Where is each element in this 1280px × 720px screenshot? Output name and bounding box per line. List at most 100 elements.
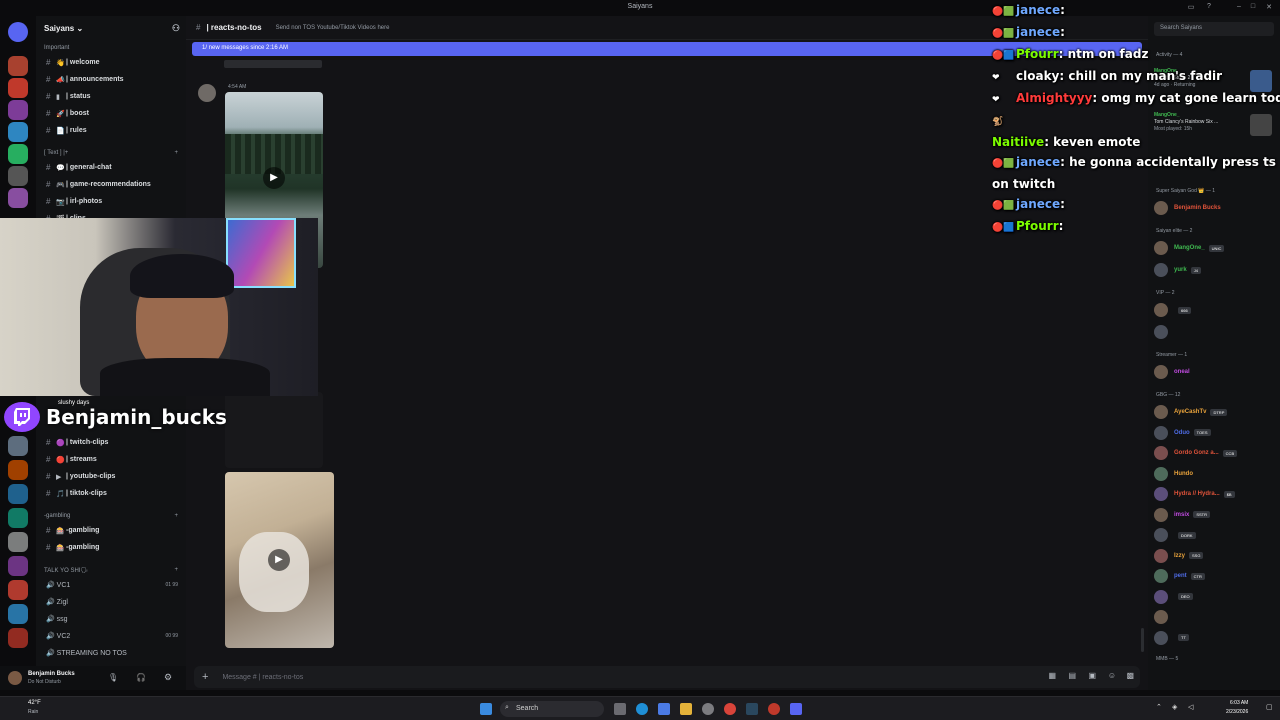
sticker-icon[interactable]: ▣ — [1088, 671, 1096, 680]
member-item[interactable]: Gordo Gonz a... CCB — [1154, 443, 1278, 463]
emoji-icon[interactable]: ☺ — [1108, 671, 1116, 680]
video-attachment[interactable] — [225, 392, 323, 468]
member-section-header: VIP — 2 — [1156, 290, 1175, 296]
member-item[interactable]: 666 — [1154, 300, 1278, 320]
server-icon[interactable] — [8, 78, 28, 98]
channel-item[interactable]: # 🎰 -gambling — [36, 522, 186, 539]
server-icon[interactable] — [8, 556, 28, 576]
server-icon[interactable] — [8, 436, 28, 456]
channel-item[interactable]: # 📄 | rules — [36, 122, 186, 139]
server-icon[interactable] — [8, 532, 28, 552]
server-icon[interactable] — [8, 56, 28, 76]
clock-time[interactable]: 6:03 AM — [1230, 700, 1248, 706]
message-avatar[interactable] — [198, 84, 216, 102]
server-icon[interactable] — [8, 484, 28, 504]
channel-item[interactable]: # 🎮 | game-recommendations — [36, 176, 186, 193]
channel-item[interactable]: # 📣 | announcements — [36, 71, 186, 88]
steam-icon[interactable] — [746, 703, 758, 715]
avatar[interactable] — [8, 671, 22, 685]
edge-icon[interactable] — [636, 703, 648, 715]
channel-item[interactable]: # 🎵 | tiktok-clips — [36, 485, 186, 502]
server-header[interactable]: Saiyans ⌄ ⚇ — [36, 16, 186, 40]
settings-icon[interactable] — [702, 703, 714, 715]
channel-item[interactable]: # ▶ | youtube-clips — [36, 468, 186, 485]
member-item[interactable]: yurk J4 — [1154, 260, 1278, 280]
server-icon[interactable] — [8, 460, 28, 480]
voice-channel-item[interactable]: 🔊 STREAMING NO TOS — [36, 644, 186, 661]
weather-temp[interactable]: 42°F — [28, 700, 41, 706]
member-item[interactable]: Hundo — [1154, 464, 1278, 484]
member-item[interactable]: TT — [1154, 628, 1278, 648]
voice-channel-item[interactable]: 🔊 VC2 00 99 — [36, 627, 186, 644]
member-item[interactable]: DEO — [1154, 587, 1278, 607]
channel-topic[interactable]: Send non TOS Youtube/Tiktok Videos here — [276, 25, 390, 31]
previous-attachment[interactable] — [224, 60, 322, 68]
message-input[interactable]: Message # | reacts-no-tos — [222, 674, 303, 681]
hash-icon: # — [46, 489, 51, 498]
copilot-icon[interactable] — [658, 703, 670, 715]
category-talk[interactable]: TALK YO SHI🗣 + — [36, 562, 186, 576]
server-icon[interactable] — [8, 628, 28, 648]
member-item[interactable]: DORK — [1154, 525, 1278, 545]
task-view-icon[interactable] — [614, 703, 626, 715]
channel-item[interactable]: # 🚀 | boost — [36, 105, 186, 122]
server-icon[interactable] — [8, 580, 28, 600]
volume-icon[interactable]: ◁ — [1188, 703, 1193, 711]
server-icon[interactable] — [8, 508, 28, 528]
category-gambling[interactable]: -gambling + — [36, 508, 186, 522]
scrollbar-thumb[interactable] — [1141, 628, 1144, 652]
member-item[interactable] — [1154, 607, 1278, 627]
member-item[interactable]: oneal — [1154, 362, 1278, 382]
category-important[interactable]: Important — [36, 40, 186, 54]
member-item[interactable]: Izzy SSG — [1154, 546, 1278, 566]
server-icon[interactable] — [8, 122, 28, 142]
voice-channel-item[interactable]: 🔊 ssg — [36, 610, 186, 627]
server-icon[interactable] — [8, 604, 28, 624]
server-icon[interactable] — [8, 100, 28, 120]
play-icon[interactable]: ▶ — [268, 549, 290, 571]
mic-icon[interactable]: 🎙 — [108, 673, 118, 682]
stream-chat-overlay: 🔴🟩 janece: 🔴🟩 janece: 🔴🟦 Pfourr: ntm on fad… — [992, 0, 1280, 233]
member-item[interactable]: Hydra // Hydra... $B — [1154, 484, 1278, 504]
tray-chevron-icon[interactable]: ⌃ — [1156, 703, 1162, 711]
gift-icon[interactable]: ▦ — [1048, 671, 1056, 680]
member-item[interactable]: AyeCashTv DTRP — [1154, 402, 1278, 422]
channel-item[interactable]: # 📷 | irl-photos — [36, 193, 186, 210]
channel-item[interactable]: # 👋 | welcome — [36, 54, 186, 71]
server-icon[interactable] — [8, 144, 28, 164]
video-attachment[interactable]: ▶ — [225, 472, 334, 648]
voice-channel-item[interactable]: 🔊 Zigl — [36, 593, 186, 610]
voice-channel-item[interactable]: 🔊 VC1 01 99 — [36, 576, 186, 593]
member-item[interactable]: Oduo TOES — [1154, 423, 1278, 443]
chrome-icon[interactable] — [724, 703, 736, 715]
member-item[interactable]: pent CTR — [1154, 566, 1278, 586]
notifications-icon[interactable]: ▢ — [1266, 703, 1273, 711]
category-text[interactable]: [ Text ] |+ + — [36, 145, 186, 159]
apps-icon[interactable]: ▩ — [1126, 671, 1134, 680]
gif-icon[interactable]: ▤ — [1068, 671, 1076, 680]
settings-gear-icon[interactable]: ⚙ — [164, 672, 172, 683]
taskbar-search[interactable]: ⌕ Search — [500, 701, 604, 717]
file-explorer-icon[interactable] — [680, 703, 692, 715]
clock-date[interactable]: 2/23/2026 — [1226, 709, 1248, 715]
add-member-icon[interactable]: ⚇ — [172, 23, 180, 34]
member-item[interactable] — [1154, 322, 1278, 342]
server-icon[interactable] — [8, 188, 28, 208]
obs-icon[interactable] — [768, 703, 780, 715]
channel-item[interactable]: # ▮ | status — [36, 88, 186, 105]
member-item[interactable]: MangOne_ UNIC — [1154, 238, 1278, 258]
home-icon[interactable] — [8, 22, 28, 42]
channel-item[interactable]: # 🎰 -gambling — [36, 539, 186, 556]
server-icon[interactable] — [8, 166, 28, 186]
discord-icon[interactable] — [790, 703, 802, 715]
message-composer[interactable]: + Message # | reacts-no-tos ▦ ▤ ▣ ☺ ▩ — [194, 666, 1140, 688]
channel-item[interactable]: # 🟣 | twitch-clips — [36, 434, 186, 451]
play-icon[interactable]: ▶ — [263, 167, 285, 189]
channel-item[interactable]: # 💬 | general-chat — [36, 159, 186, 176]
start-icon[interactable] — [480, 703, 492, 715]
member-item[interactable]: imsix SSTR — [1154, 505, 1278, 525]
network-icon[interactable]: ◈ — [1172, 703, 1177, 711]
add-attachment-icon[interactable]: + — [202, 671, 208, 683]
headphones-icon[interactable]: 🎧 — [136, 673, 146, 682]
channel-item[interactable]: # 🔴 | streams — [36, 451, 186, 468]
